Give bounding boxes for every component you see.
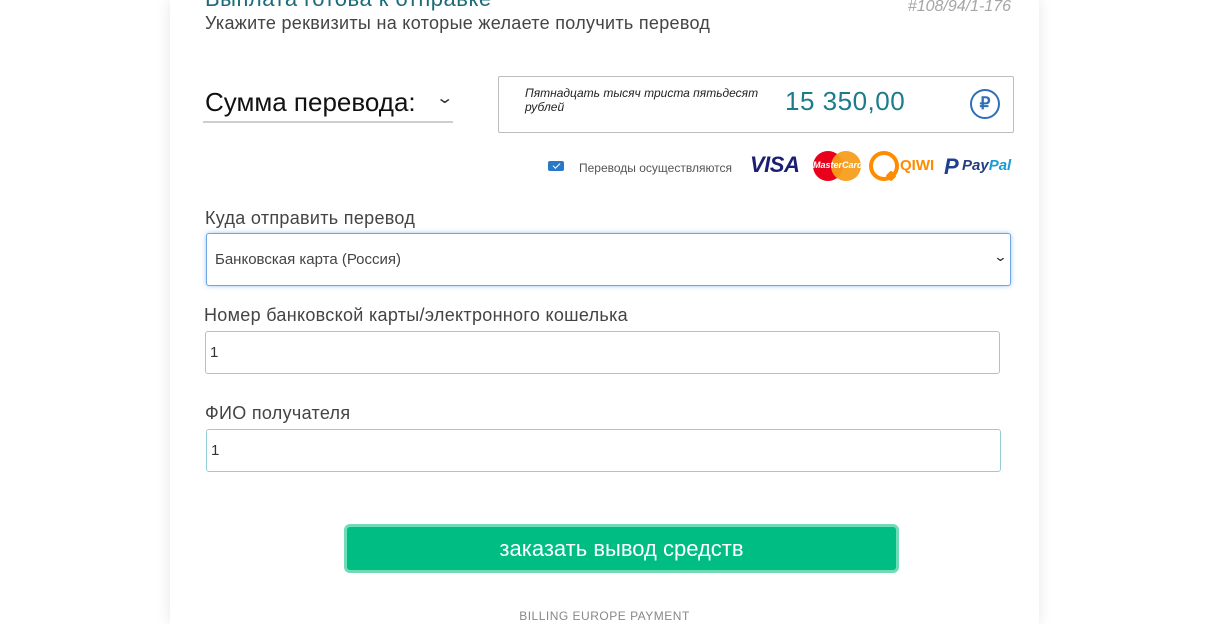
footer-text: BILLING EUROPE PAYMENT (519, 609, 690, 623)
destination-selected-value: Банковская карта (Россия) (215, 251, 402, 268)
payment-methods-text: Переводы осуществляются (579, 161, 733, 175)
amount-value: 15 350,00 (785, 86, 906, 116)
ruble-icon: ₽ (970, 89, 1000, 119)
recipient-name-label: ФИО получателя (205, 403, 351, 423)
mastercard-logo: MasterCard (813, 151, 863, 181)
submit-withdrawal-button[interactable]: заказать вывод средств (344, 524, 899, 573)
paypal-logo-icon: P (944, 154, 959, 179)
amount-in-words: Пятнадцать тысяч триста пятьдесят рублей (525, 86, 759, 114)
recipient-name-input[interactable] (206, 429, 1001, 472)
amount-box: Пятнадцать тысяч триста пятьдесят рублей… (498, 76, 1014, 133)
page-subtitle: Укажите реквизиты на которые желаете пол… (205, 13, 711, 33)
page-title: Выплата готова к отправке (205, 0, 492, 12)
order-id: #108/94/1-176 (907, 0, 1011, 15)
chevron-down-icon: ⌄ (993, 249, 1008, 264)
card-number-label: Номер банковской карты/электронного коше… (204, 305, 628, 325)
visa-logo: VISA (750, 152, 800, 177)
verified-icon (548, 161, 564, 171)
amount-selector[interactable]: Сумма перевода: ⌄ (203, 85, 454, 123)
destination-label: Куда отправить перевод (205, 208, 416, 228)
qiwi-logo-text: QIWI (900, 157, 935, 174)
chevron-down-icon: ⌄ (434, 90, 454, 107)
card-number-input[interactable] (205, 331, 1000, 374)
amount-label: Сумма перевода: (205, 87, 416, 117)
destination-select[interactable]: Банковская карта (Россия) ⌄ (206, 233, 1011, 286)
payment-methods-row: Переводы осуществляются VISA MasterCard … (548, 150, 1013, 184)
paypal-logo-text: PayPal (962, 157, 1012, 174)
payout-card: Выплата готова к отправке #108/94/1-176 … (170, 0, 1039, 624)
